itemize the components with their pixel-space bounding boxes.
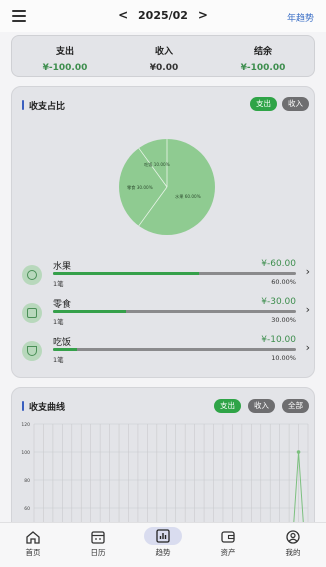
- nav-home-label: 首页: [25, 548, 41, 557]
- fruit-icon: [22, 265, 42, 285]
- y-tick-label: 120: [21, 422, 30, 428]
- y-tick-label: 100: [21, 450, 30, 456]
- pie-label-fruit: 水果 60.00%: [175, 193, 201, 200]
- income-value: ¥0.00: [149, 63, 179, 73]
- category-count: 1笔: [53, 318, 64, 326]
- expense-summary: 支出 ¥-100.00: [15, 44, 115, 73]
- nav-calendar[interactable]: 日历: [68, 527, 128, 558]
- pie-chart: 水果 60.00% 零食 30.00% 吃饭 10.00%: [119, 139, 215, 235]
- pie-label-snack: 零食 30.00%: [127, 184, 153, 191]
- curve-card: 收支曲线 支出 收入 全部 120 100 80 60: [11, 387, 315, 537]
- category-count: 1笔: [53, 356, 64, 364]
- wallet-icon: [221, 531, 235, 543]
- ratio-tab-expense[interactable]: 支出: [250, 97, 277, 111]
- category-count: 1笔: [53, 280, 64, 288]
- calendar-icon: [91, 531, 105, 544]
- bowl-icon: [22, 341, 42, 361]
- month-navigator: < 2025/02 >: [0, 8, 326, 22]
- balance-summary: 结余 ¥-100.00: [213, 44, 313, 73]
- income-label: 收入: [154, 47, 173, 57]
- category-percent: 60.00%: [271, 278, 296, 286]
- data-point: [296, 450, 301, 454]
- top-bar: < 2025/02 > 年趋势: [0, 0, 326, 32]
- line-chart: 120 100 80 60: [21, 422, 309, 536]
- profile-icon: [286, 530, 300, 544]
- chevron-right-icon: ›: [305, 265, 310, 278]
- home-icon: [26, 531, 40, 544]
- nav-assets-label: 资产: [220, 548, 236, 557]
- expense-label: 支出: [55, 47, 74, 57]
- nav-trend-highlight: [144, 527, 182, 545]
- category-progress: [53, 310, 296, 313]
- pie-label-meal: 吃饭 10.00%: [144, 161, 170, 168]
- category-amount: ¥-60.00: [261, 259, 296, 269]
- category-percent: 10.00%: [271, 354, 296, 362]
- nav-calendar-label: 日历: [90, 548, 106, 557]
- chevron-right-icon: ›: [305, 303, 310, 316]
- current-month: 2025/02: [138, 9, 188, 22]
- summary-card: 支出 ¥-100.00 收入 ¥0.00 结余 ¥-100.00: [11, 35, 315, 77]
- income-summary: 收入 ¥0.00: [114, 44, 214, 73]
- nav-trend[interactable]: 趋势: [133, 527, 193, 558]
- y-tick-label: 60: [24, 506, 30, 512]
- nav-trend-label: 趋势: [155, 548, 171, 557]
- curve-title: 收支曲线: [22, 400, 65, 413]
- nav-assets[interactable]: 资产: [198, 527, 258, 558]
- category-name: 吃饭: [53, 338, 72, 348]
- ratio-card: 收支占比 支出 收入 水果 60.00% 零食 30.00% 吃饭 10.00%…: [11, 86, 315, 378]
- category-percent: 30.00%: [271, 316, 296, 324]
- category-progress: [53, 348, 296, 351]
- curve-tab-expense[interactable]: 支出: [214, 399, 241, 413]
- curve-tab-income[interactable]: 收入: [248, 399, 275, 413]
- balance-value: ¥-100.00: [240, 63, 286, 73]
- category-amount: ¥-10.00: [261, 335, 296, 345]
- nav-mine[interactable]: 我的: [263, 527, 323, 558]
- category-amount: ¥-30.00: [261, 297, 296, 307]
- chevron-right-icon: ›: [305, 341, 310, 354]
- prev-month-button[interactable]: <: [118, 8, 128, 22]
- next-month-button[interactable]: >: [198, 8, 208, 22]
- nav-mine-label: 我的: [285, 548, 301, 557]
- nav-home[interactable]: 首页: [3, 527, 63, 558]
- curve-tab-all[interactable]: 全部: [282, 399, 309, 413]
- bottom-nav: 首页 日历 趋势 资产 我的: [0, 522, 326, 567]
- category-row[interactable]: 零食 ¥-30.00 1笔 30.00% ›: [22, 297, 310, 333]
- expense-value: ¥-100.00: [42, 63, 88, 73]
- category-row[interactable]: 水果 ¥-60.00 1笔 60.00% ›: [22, 259, 310, 295]
- category-progress: [53, 272, 296, 275]
- y-tick-label: 80: [24, 478, 30, 484]
- category-name: 水果: [53, 262, 72, 272]
- balance-label: 结余: [253, 47, 272, 57]
- snack-icon: [22, 303, 42, 323]
- ratio-tab-income[interactable]: 收入: [282, 97, 309, 111]
- ratio-title: 收支占比: [22, 99, 65, 112]
- category-row[interactable]: 吃饭 ¥-10.00 1笔 10.00% ›: [22, 335, 310, 371]
- category-name: 零食: [53, 300, 72, 310]
- year-trend-link[interactable]: 年趋势: [287, 11, 314, 24]
- chart-icon: [156, 529, 170, 543]
